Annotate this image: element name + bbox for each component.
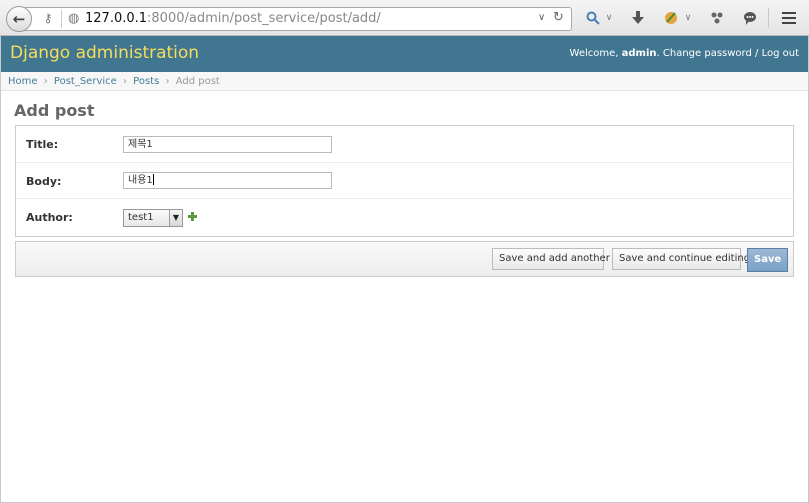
body-input-value: 내용1 xyxy=(128,175,153,186)
search-icon[interactable] xyxy=(584,9,602,27)
page-title: Add post xyxy=(14,101,95,120)
form-row-title: Title: 제목1 xyxy=(16,126,793,163)
breadcrumb-separator: › xyxy=(122,76,127,87)
back-button[interactable]: ← xyxy=(6,6,32,32)
globe-icon: ◍ xyxy=(68,11,80,26)
url-text[interactable]: 127.0.0.1:8000/admin/post_service/post/a… xyxy=(85,11,381,26)
user-tools: Welcome, admin. Change password / Log ou… xyxy=(569,48,799,59)
logout-link[interactable]: Log out xyxy=(762,48,799,59)
chevron-down-icon[interactable]: ▼ xyxy=(169,210,182,226)
breadcrumb-model[interactable]: Posts xyxy=(133,76,159,87)
change-password-link[interactable]: Change password xyxy=(663,48,752,59)
addon-dropdown-icon[interactable]: ∨ xyxy=(683,9,693,27)
breadcrumb-separator: › xyxy=(43,76,48,87)
save-and-add-another-button[interactable]: Save and add another xyxy=(492,248,610,270)
reload-icon[interactable]: ↻ xyxy=(553,10,564,25)
form-row-body: Body: 내용1 xyxy=(16,163,793,199)
hamburger-menu-icon[interactable] xyxy=(780,9,798,27)
author-selected-value: test1 xyxy=(128,212,154,223)
chevron-down-icon[interactable]: ∨ xyxy=(538,12,545,23)
welcome-text: Welcome, xyxy=(569,48,619,59)
chat-icon[interactable] xyxy=(742,9,758,27)
addon-icon[interactable] xyxy=(662,9,680,27)
form-row-author: Author: test1 ▼ xyxy=(16,199,793,236)
admin-header: Django administration Welcome, admin. Ch… xyxy=(0,36,809,72)
site-brand[interactable]: Django administration xyxy=(10,43,199,63)
key-icon[interactable]: ⚷ xyxy=(37,11,59,27)
toolbar-divider xyxy=(768,8,769,28)
body-label: Body: xyxy=(26,175,62,188)
breadcrumb-current: Add post xyxy=(175,76,220,87)
author-label: Author: xyxy=(26,211,73,224)
title-label: Title: xyxy=(26,138,59,151)
breadcrumb-home[interactable]: Home xyxy=(8,76,38,87)
search-dropdown-icon[interactable]: ∨ xyxy=(604,9,614,27)
save-and-continue-button[interactable]: Save and continue editing xyxy=(612,248,750,270)
browser-toolbar: ⚷ ◍ 127.0.0.1:8000/admin/post_service/po… xyxy=(0,0,809,36)
breadcrumb: Home › Post_Service › Posts › Add post xyxy=(0,72,809,91)
share-icon[interactable] xyxy=(709,9,725,27)
title-input[interactable]: 제목1 xyxy=(123,136,332,153)
save-button[interactable]: Save xyxy=(747,248,788,272)
download-icon[interactable] xyxy=(630,9,646,27)
add-another-icon[interactable] xyxy=(188,212,197,221)
breadcrumb-separator: › xyxy=(165,76,170,87)
user-tools-separator: / xyxy=(755,48,759,59)
username: admin xyxy=(621,48,657,59)
text-caret xyxy=(152,174,154,185)
body-input[interactable]: 내용1 xyxy=(123,172,332,189)
author-select[interactable]: test1 ▼ xyxy=(123,209,183,227)
back-arrow-icon: ← xyxy=(12,10,26,28)
post-form: Title: 제목1 Body: 내용1 Author: test1 ▼ xyxy=(15,125,794,237)
breadcrumb-app[interactable]: Post_Service xyxy=(54,76,117,87)
url-separator xyxy=(61,10,62,28)
url-bar[interactable]: ⚷ ◍ 127.0.0.1:8000/admin/post_service/po… xyxy=(22,7,572,31)
submit-row: Save and add another Save and continue e… xyxy=(15,241,794,277)
